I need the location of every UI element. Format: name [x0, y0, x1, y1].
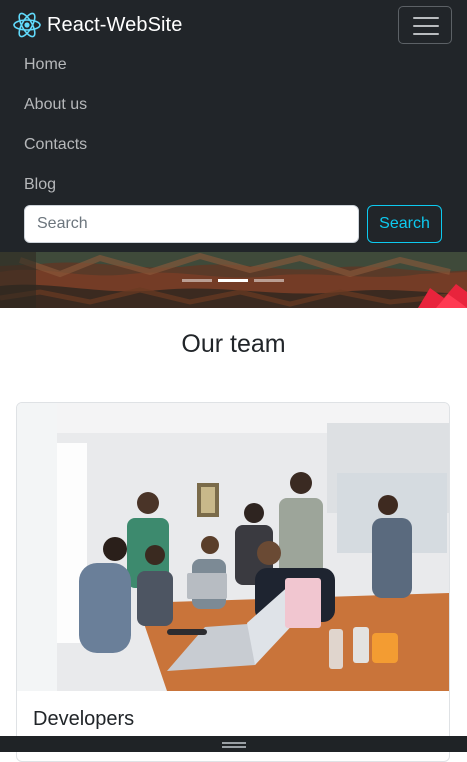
- nav-link-blog[interactable]: Blog: [24, 176, 56, 194]
- brand-name: React-WebSite: [47, 13, 183, 36]
- hamburger-menu-icon: [413, 33, 439, 35]
- drag-handle-icon: [222, 742, 246, 744]
- team-card-developers[interactable]: Developers: [16, 402, 450, 762]
- hero-carousel[interactable]: [0, 252, 467, 308]
- team-meeting-photo: [17, 403, 449, 691]
- nav-link-contacts[interactable]: Contacts: [24, 136, 87, 154]
- react-logo-icon: [13, 12, 41, 38]
- card-title-developers: Developers: [33, 708, 135, 730]
- nav-link-about-us[interactable]: About us: [24, 96, 87, 114]
- search-input[interactable]: [24, 205, 359, 243]
- bottom-drag-handle-bar[interactable]: [0, 736, 467, 752]
- drag-handle-icon: [222, 746, 246, 748]
- navbar: React-WebSite Home About us Contacts Blo…: [0, 0, 467, 252]
- carousel-indicator-2[interactable]: [218, 279, 248, 282]
- carousel-indicator-3[interactable]: [254, 279, 284, 282]
- carousel-indicator-1[interactable]: [182, 279, 212, 282]
- our-team-heading: Our team: [181, 330, 286, 358]
- nav-link-home[interactable]: Home: [24, 56, 67, 74]
- navbar-toggler-button[interactable]: [398, 6, 452, 44]
- navbar-brand[interactable]: React-WebSite: [12, 10, 182, 40]
- search-button[interactable]: Search: [367, 205, 442, 243]
- hamburger-menu-icon: [413, 17, 439, 19]
- hamburger-menu-icon: [413, 25, 439, 27]
